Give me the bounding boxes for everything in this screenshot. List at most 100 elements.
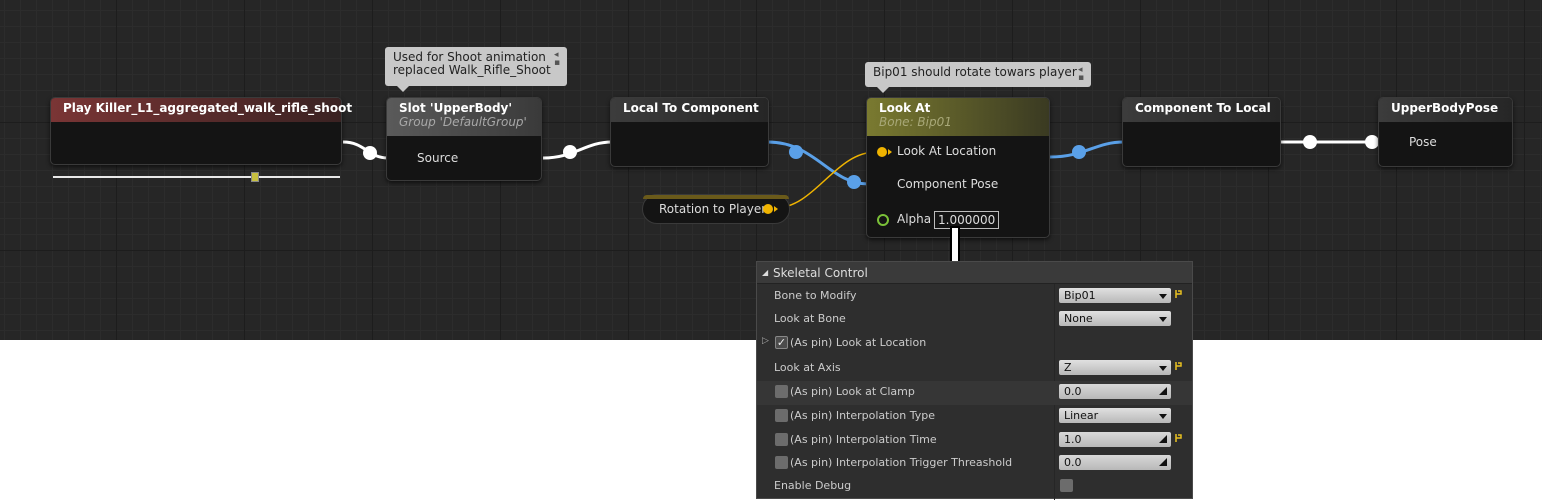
property-label: (As pin) Interpolation Type: [790, 409, 936, 422]
pin-arrow-icon: [774, 206, 778, 212]
property-row-look-at-location: ▷ ✓ (As pin) Look at Location: [757, 332, 1192, 356]
pin-label-look-at-location: Look At Location: [897, 144, 997, 158]
node-title: Look At: [879, 101, 931, 115]
property-label: Look at Bone: [774, 312, 846, 325]
look-at-location-pin-checkbox[interactable]: ✓: [775, 336, 788, 349]
component-to-local-node[interactable]: Component To Local: [1122, 97, 1281, 167]
section-header-skeletal-control[interactable]: ◢ Skeletal Control: [757, 262, 1192, 284]
interpolation-trigger-pin-checkbox[interactable]: [775, 456, 788, 469]
property-label: (As pin) Interpolation Trigger Threashol…: [790, 456, 1013, 469]
wire-slot-to-ltc: [542, 140, 613, 160]
property-row-bone-to-modify: Bone to Modify Bip01: [757, 285, 1192, 309]
node-title: Play Killer_L1_aggregated_walk_rifle_sho…: [63, 101, 353, 115]
drag-handle-icon[interactable]: [1159, 435, 1167, 443]
wire-knot: [1303, 135, 1317, 149]
slot-comment[interactable]: Used for Shoot animation replaced Walk_R…: [385, 47, 567, 92]
combo-value: Linear: [1064, 409, 1099, 422]
property-label: Bone to Modify: [774, 289, 857, 302]
pin-arrow-icon: [888, 149, 892, 155]
look-at-clamp-pin-checkbox[interactable]: [775, 385, 788, 398]
play-position-slider[interactable]: [53, 172, 340, 182]
section-title: Skeletal Control: [773, 266, 868, 280]
chevron-down-icon: [1159, 317, 1167, 322]
look-at-axis-combo[interactable]: Z: [1059, 360, 1171, 375]
pin-label-pose: Pose: [1409, 135, 1437, 149]
node-header: Local To Component: [611, 98, 768, 122]
node-header: Component To Local: [1123, 98, 1280, 122]
comment-text: Bip01 should rotate towars player: [873, 65, 1077, 79]
interpolation-trigger-input[interactable]: 0.0: [1059, 455, 1171, 470]
vector-pin-icon[interactable]: [877, 147, 887, 157]
property-row-look-at-bone: Look at Bone None: [757, 308, 1192, 332]
rotation-to-player-variable-node[interactable]: Rotation to Player: [642, 194, 790, 224]
node-subtitle: Bone: Bip01: [879, 115, 952, 129]
slot-node[interactable]: Slot 'UpperBody' Group 'DefaultGroup': [386, 97, 542, 181]
upper-body-pose-output-node[interactable]: UpperBodyPose: [1378, 97, 1513, 167]
comment-bubble-toggle-icon[interactable]: ◂ ▪: [554, 51, 563, 68]
local-to-component-node[interactable]: Local To Component: [610, 97, 769, 167]
property-label: (As pin) Look at Clamp: [790, 385, 915, 398]
interpolation-type-combo[interactable]: Linear: [1059, 408, 1171, 423]
comment-line-2: replaced Walk_Rifle_Shoot: [393, 63, 551, 77]
node-title: Slot 'UpperBody': [399, 101, 513, 115]
property-row-enable-debug: Enable Debug: [757, 475, 1192, 499]
wire-lookat-to-ctl: [1049, 140, 1125, 159]
numeric-value: 0.0: [1064, 456, 1082, 469]
reset-to-default-icon[interactable]: [1175, 361, 1183, 371]
slider-thumb[interactable]: [251, 172, 259, 182]
chevron-down-icon: [1159, 414, 1167, 419]
enable-debug-checkbox[interactable]: [1060, 479, 1073, 492]
node-header: Slot 'UpperBody' Group 'DefaultGroup': [387, 98, 541, 136]
wire-knot: [563, 145, 577, 159]
combo-value: Z: [1064, 361, 1072, 374]
expand-triangle-icon[interactable]: ▷: [762, 336, 769, 346]
slider-track: [53, 176, 340, 178]
drag-handle-icon[interactable]: [1159, 387, 1167, 395]
property-row-interpolation-trigger-threshold: (As pin) Interpolation Trigger Threashol…: [757, 452, 1192, 476]
bone-to-modify-combo[interactable]: Bip01: [1059, 288, 1171, 303]
property-row-interpolation-time: (As pin) Interpolation Time 1.0: [757, 429, 1192, 453]
node-title: UpperBodyPose: [1391, 101, 1499, 115]
numeric-value: 0.0: [1064, 385, 1082, 398]
play-animation-node[interactable]: Play Killer_L1_aggregated_walk_rifle_sho…: [50, 97, 352, 165]
pin-label-alpha: Alpha: [897, 212, 932, 226]
chevron-down-icon: [1159, 294, 1167, 299]
reset-to-default-icon[interactable]: [1175, 433, 1183, 443]
details-panel: ◢ Skeletal Control Bone to Modify Bip01 …: [756, 261, 1193, 500]
combo-value: Bip01: [1064, 289, 1096, 302]
property-label: Enable Debug: [774, 479, 852, 492]
look-at-clamp-input[interactable]: 0.0: [1059, 384, 1171, 399]
node-header: UpperBodyPose: [1379, 98, 1512, 122]
node-subtitle: Group 'DefaultGroup': [399, 115, 527, 129]
reset-to-default-icon[interactable]: [1175, 289, 1183, 299]
numeric-value: 1.0: [1064, 433, 1082, 446]
property-label: Look at Axis: [774, 361, 841, 374]
node-header: Play Killer_L1_aggregated_walk_rifle_sho…: [51, 98, 352, 122]
interpolation-time-input[interactable]: 1.0: [1059, 432, 1171, 447]
node-title: Local To Component: [623, 101, 759, 115]
interpolation-time-pin-checkbox[interactable]: [775, 433, 788, 446]
wire-knot: [847, 175, 861, 189]
node-title: Component To Local: [1135, 101, 1271, 115]
wire-rotation-to-lookat: [774, 151, 877, 209]
pin-label-source: Source: [417, 151, 459, 165]
property-row-look-at-clamp: (As pin) Look at Clamp 0.0: [757, 381, 1192, 405]
variable-name: Rotation to Player: [659, 202, 767, 216]
look-at-bone-combo[interactable]: None: [1059, 311, 1171, 326]
alpha-pin-icon[interactable]: [877, 214, 889, 226]
collapse-triangle-icon[interactable]: ◢: [762, 262, 768, 284]
chevron-down-icon: [1159, 366, 1167, 371]
property-label: (As pin) Look at Location: [790, 336, 927, 349]
combo-value: None: [1064, 312, 1093, 325]
look-at-comment[interactable]: Bip01 should rotate towars player ◂ ▪: [865, 62, 1091, 93]
wire-knot: [363, 146, 377, 160]
drag-handle-icon[interactable]: [1159, 458, 1167, 466]
interpolation-type-pin-checkbox[interactable]: [775, 409, 788, 422]
node-header: Look At Bone: Bip01: [867, 98, 1049, 136]
property-row-look-at-axis: Look at Axis Z: [757, 357, 1192, 381]
property-row-interpolation-type: (As pin) Interpolation Type Linear: [757, 405, 1192, 429]
vector-pin-icon[interactable]: [763, 204, 773, 214]
wire-knot: [1072, 145, 1086, 159]
comment-bubble-toggle-icon[interactable]: ◂ ▪: [1078, 66, 1087, 83]
property-label: (As pin) Interpolation Time: [790, 433, 937, 446]
